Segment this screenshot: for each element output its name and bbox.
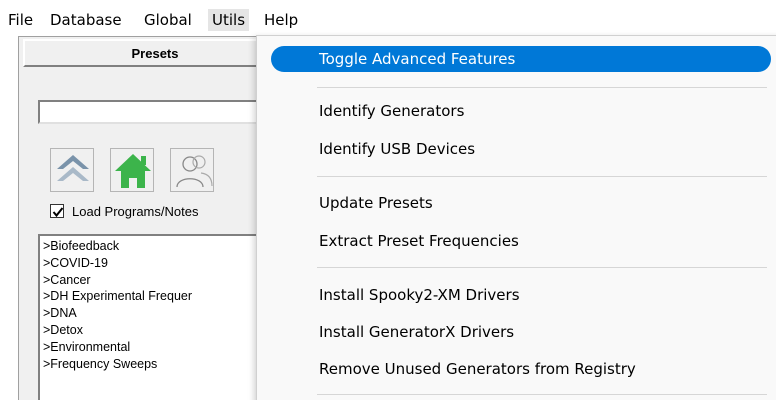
remove-unused-generators-item[interactable]: Remove Unused Generators from Registry xyxy=(319,357,636,381)
presets-title: Presets xyxy=(131,46,179,61)
users-icon xyxy=(176,155,213,188)
double-chevron-up-icon xyxy=(57,155,89,181)
extract-preset-frequencies-item[interactable]: Extract Preset Frequencies xyxy=(319,229,519,253)
app-window: File Database Global Utils Help Presets xyxy=(0,0,776,400)
menu-file[interactable]: File xyxy=(4,9,37,31)
menu-database[interactable]: Database xyxy=(46,9,126,31)
load-programs-label: Load Programs/Notes xyxy=(72,204,199,219)
menu-global[interactable]: Global xyxy=(140,9,196,31)
install-spooky2-xm-drivers-item[interactable]: Install Spooky2-XM Drivers xyxy=(319,283,520,307)
up-level-button[interactable] xyxy=(50,148,94,192)
checkmark-icon xyxy=(52,207,64,218)
install-generatorx-drivers-item[interactable]: Install GeneratorX Drivers xyxy=(319,320,514,344)
menu-separator xyxy=(317,176,767,177)
menu-separator xyxy=(317,394,767,395)
home-icon xyxy=(115,154,151,188)
menu-help[interactable]: Help xyxy=(260,9,302,31)
update-presets-item[interactable]: Update Presets xyxy=(319,191,433,215)
menu-utils[interactable]: Utils xyxy=(208,9,250,31)
home-button[interactable] xyxy=(110,148,154,192)
identify-usb-devices-item[interactable]: Identify USB Devices xyxy=(319,137,475,161)
users-button[interactable] xyxy=(170,148,214,192)
menu-bar: File Database Global Utils Help xyxy=(0,0,776,36)
toggle-advanced-features-item[interactable]: Toggle Advanced Features xyxy=(319,47,515,71)
load-programs-checkbox[interactable] xyxy=(50,204,64,218)
menu-separator xyxy=(317,87,767,88)
identify-generators-item[interactable]: Identify Generators xyxy=(319,99,464,123)
menu-separator xyxy=(317,267,767,268)
utils-dropdown-menu: Toggle Advanced Features Identify Genera… xyxy=(256,35,776,400)
